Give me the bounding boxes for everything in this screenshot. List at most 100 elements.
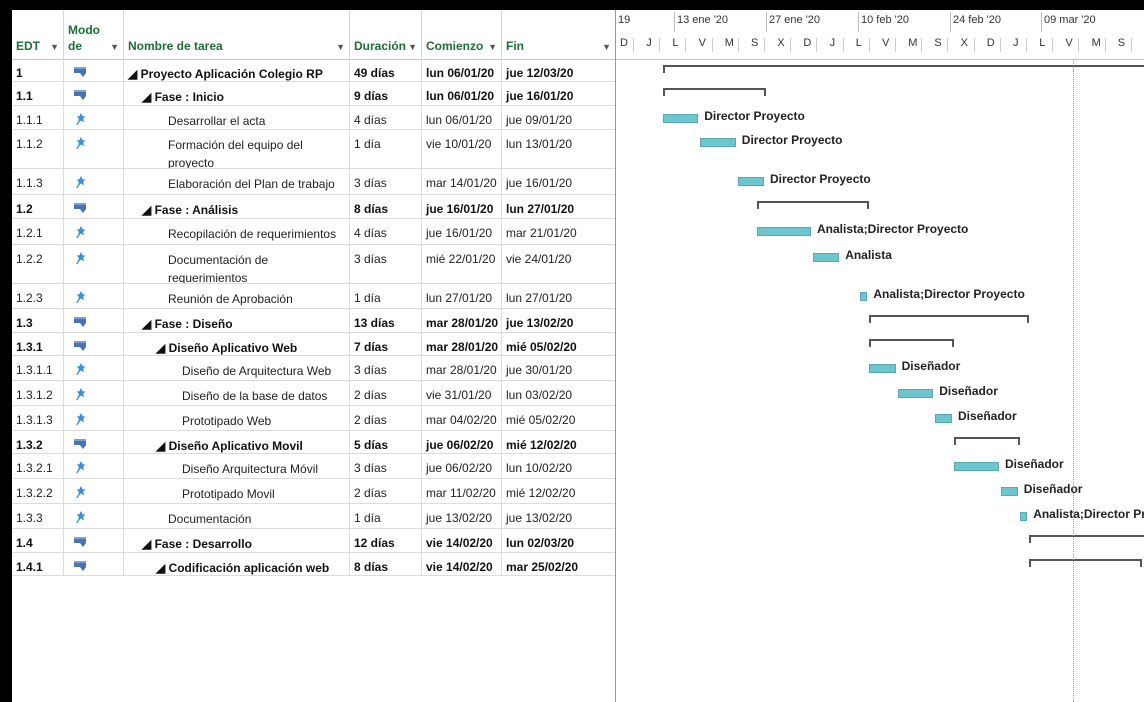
filter-dropdown-icon[interactable]: ▼ — [488, 42, 497, 52]
task-name-cell[interactable]: Documentación de requerimientos — [124, 245, 350, 283]
filter-dropdown-icon[interactable]: ▼ — [110, 42, 119, 52]
mode-cell[interactable] — [64, 406, 124, 430]
column-header-duration[interactable]: Duración ▼ — [350, 10, 422, 59]
task-row[interactable]: 1.2.2 Documentación de requerimientos 3 dí… — [12, 245, 615, 284]
task-bar[interactable] — [860, 292, 868, 301]
mode-cell[interactable] — [64, 431, 124, 453]
duration-cell[interactable]: 3 días — [350, 454, 422, 478]
task-row[interactable]: 1 ◢ Proyecto Aplicación Colegio RP 49 días… — [12, 59, 615, 82]
duration-cell[interactable]: 8 días — [350, 195, 422, 218]
task-row[interactable]: 1.3.2.2 Prototipado Movil 2 días mar 11/02/… — [12, 479, 615, 504]
end-cell[interactable]: lun 03/02/20 — [502, 381, 615, 405]
task-bar[interactable] — [1019, 512, 1028, 521]
end-cell[interactable]: jue 09/01/20 — [502, 106, 615, 129]
summary-bar[interactable] — [756, 201, 870, 203]
task-row[interactable]: 1.3.1.3 Prototipado Web 2 días mar 04/02/20… — [12, 406, 615, 431]
mode-cell[interactable] — [64, 553, 124, 575]
edt-cell[interactable]: 1.3.1.1 — [12, 356, 64, 380]
edt-cell[interactable]: 1.4.1 — [12, 553, 64, 575]
duration-cell[interactable]: 3 días — [350, 356, 422, 380]
mode-cell[interactable] — [64, 82, 124, 105]
task-name-cell[interactable]: ◢ Fase : Diseño — [124, 309, 350, 332]
start-cell[interactable]: lun 06/01/20 — [422, 59, 502, 81]
edt-cell[interactable]: 1.3.2.1 — [12, 454, 64, 478]
task-name-cell[interactable]: Diseño de la base de datos — [124, 381, 350, 405]
task-row[interactable]: 1.3 ◢ Fase : Diseño 13 días mar 28/01/20 jue… — [12, 309, 615, 333]
task-name-cell[interactable]: ◢ Diseño Aplicativo Web — [124, 333, 350, 355]
mode-cell[interactable] — [64, 381, 124, 405]
task-name-cell[interactable]: Prototipado Web — [124, 406, 350, 430]
task-name-cell[interactable]: ◢ Diseño Aplicativo Movil — [124, 431, 350, 453]
duration-cell[interactable]: 1 día — [350, 504, 422, 528]
duration-cell[interactable]: 13 días — [350, 309, 422, 332]
edt-cell[interactable]: 1.3.2 — [12, 431, 64, 453]
edt-cell[interactable]: 1.3 — [12, 309, 64, 332]
edt-cell[interactable]: 1.2 — [12, 195, 64, 218]
edt-cell[interactable]: 1.4 — [12, 529, 64, 552]
start-cell[interactable]: mar 28/01/20 — [422, 309, 502, 332]
task-name-cell[interactable]: ◢ Fase : Análisis — [124, 195, 350, 218]
start-cell[interactable]: mar 28/01/20 — [422, 333, 502, 355]
start-cell[interactable]: mar 11/02/20 — [422, 479, 502, 503]
summary-bar[interactable] — [869, 315, 1030, 317]
duration-cell[interactable]: 4 días — [350, 219, 422, 244]
task-row[interactable]: 1.3.1 ◢ Diseño Aplicativo Web 7 días mar 28… — [12, 333, 615, 356]
end-cell[interactable]: lun 13/01/20 — [502, 130, 615, 168]
summary-bar[interactable] — [662, 88, 766, 90]
task-row[interactable]: 1.3.3 Documentación 1 día jue 13/02/20 jue 1… — [12, 504, 615, 529]
task-row[interactable]: 1.2.3 Reunión de Aprobación 1 día lun 27/01… — [12, 284, 615, 309]
column-header-name[interactable]: Nombre de tarea ▼ — [124, 10, 350, 59]
column-header-mode[interactable]: Modo de ▼ — [64, 10, 124, 59]
start-cell[interactable]: vie 31/01/20 — [422, 381, 502, 405]
summary-bar[interactable] — [1029, 559, 1142, 561]
end-cell[interactable]: jue 12/03/20 — [502, 59, 615, 81]
duration-cell[interactable]: 1 día — [350, 284, 422, 308]
mode-cell[interactable] — [64, 356, 124, 380]
task-bar[interactable] — [869, 364, 896, 373]
summary-bar[interactable] — [869, 339, 954, 341]
end-cell[interactable]: jue 16/01/20 — [502, 169, 615, 194]
task-bar[interactable] — [954, 462, 999, 471]
mode-cell[interactable] — [64, 219, 124, 244]
mode-cell[interactable] — [64, 529, 124, 552]
task-name-cell[interactable]: Formación del equipo del proyecto — [124, 130, 350, 168]
task-row[interactable]: 1.3.1.2 Diseño de la base de datos 2 días v… — [12, 381, 615, 406]
end-cell[interactable]: lun 27/01/20 — [502, 284, 615, 308]
task-name-cell[interactable]: ◢ Proyecto Aplicación Colegio RP — [124, 59, 350, 81]
task-bar[interactable] — [935, 414, 952, 423]
start-cell[interactable]: mar 14/01/20 — [422, 169, 502, 194]
edt-cell[interactable]: 1.3.1 — [12, 333, 64, 355]
task-row[interactable]: 1.1.2 Formación del equipo del proyecto 1 … — [12, 130, 615, 169]
task-name-cell[interactable]: Recopilación de requerimientos — [124, 219, 350, 244]
edt-cell[interactable]: 1 — [12, 59, 64, 81]
task-bar[interactable] — [897, 389, 934, 398]
task-row[interactable]: 1.3.2.1 Diseño Arquitectura Móvil 3 días ju… — [12, 454, 615, 479]
task-name-cell[interactable]: Elaboración del Plan de trabajo — [124, 169, 350, 194]
start-cell[interactable]: mié 22/01/20 — [422, 245, 502, 283]
duration-cell[interactable]: 2 días — [350, 479, 422, 503]
mode-cell[interactable] — [64, 195, 124, 218]
start-cell[interactable]: jue 06/02/20 — [422, 454, 502, 478]
duration-cell[interactable]: 2 días — [350, 406, 422, 430]
task-row[interactable]: 1.4.1 ◢ Codificación aplicación web 8 días… — [12, 553, 615, 576]
duration-cell[interactable]: 49 días — [350, 59, 422, 81]
duration-cell[interactable]: 9 días — [350, 82, 422, 105]
task-row[interactable]: 1.1.3 Elaboración del Plan de trabajo 3 dí… — [12, 169, 615, 195]
mode-cell[interactable] — [64, 454, 124, 478]
mode-cell[interactable] — [64, 309, 124, 332]
mode-cell[interactable] — [64, 130, 124, 168]
task-bar[interactable] — [662, 114, 699, 123]
filter-dropdown-icon[interactable]: ▼ — [50, 42, 59, 52]
edt-cell[interactable]: 1.3.2.2 — [12, 479, 64, 503]
start-cell[interactable]: vie 14/02/20 — [422, 529, 502, 552]
task-row[interactable]: 1.1 ◢ Fase : Inicio 9 días lun 06/01/20 jue … — [12, 82, 615, 106]
edt-cell[interactable]: 1.3.1.2 — [12, 381, 64, 405]
summary-bar[interactable] — [662, 65, 1144, 67]
end-cell[interactable]: lun 27/01/20 — [502, 195, 615, 218]
mode-cell[interactable] — [64, 106, 124, 129]
task-name-cell[interactable]: Documentación — [124, 504, 350, 528]
filter-dropdown-icon[interactable]: ▼ — [408, 42, 417, 52]
mode-cell[interactable] — [64, 504, 124, 528]
task-name-cell[interactable]: Prototipado Movil — [124, 479, 350, 503]
start-cell[interactable]: lun 27/01/20 — [422, 284, 502, 308]
